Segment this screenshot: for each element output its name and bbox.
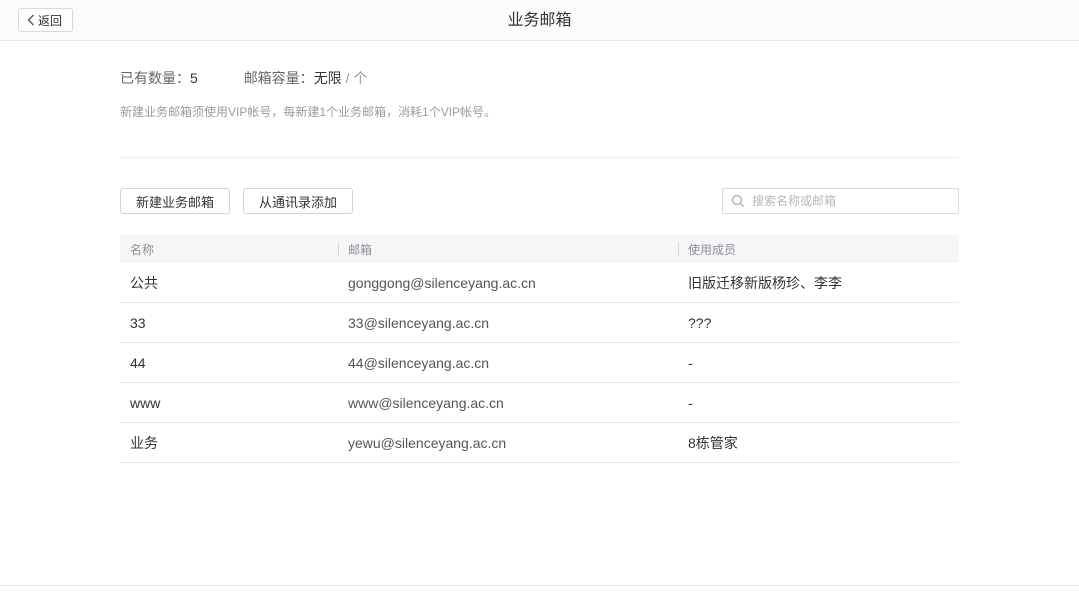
cell-members: 8栋管家 xyxy=(678,433,959,453)
cell-email: yewu@silenceyang.ac.cn xyxy=(338,435,678,451)
cell-name: 44 xyxy=(120,355,338,371)
cell-members: - xyxy=(678,355,959,371)
mailbox-count: 已有数量：5 xyxy=(120,70,198,86)
toolbar: 新建业务邮箱 从通讯录添加 xyxy=(120,188,959,214)
header-email: 邮箱 xyxy=(338,241,678,258)
mailbox-count-value: 5 xyxy=(190,70,198,86)
cell-email: 44@silenceyang.ac.cn xyxy=(338,355,678,371)
topbar: 返回 业务邮箱 xyxy=(0,0,1079,41)
search-icon xyxy=(731,194,752,208)
vip-note: 新建业务邮箱须使用VIP帐号，每新建1个业务邮箱，消耗1个VIP帐号。 xyxy=(120,103,959,120)
cell-name: 业务 xyxy=(120,433,338,453)
page-title: 业务邮箱 xyxy=(0,0,1079,41)
mailbox-capacity-value: 无限 xyxy=(314,70,342,86)
create-mailbox-button[interactable]: 新建业务邮箱 xyxy=(120,188,230,214)
table-row[interactable]: 33 33@silenceyang.ac.cn ??? xyxy=(120,303,959,343)
main-content: 已有数量：5 邮箱容量：无限 / 个 新建业务邮箱须使用VIP帐号，每新建1个业… xyxy=(120,41,959,463)
cell-name: 公共 xyxy=(120,273,338,293)
mailbox-table: 名称 邮箱 使用成员 公共 gonggong@silenceyang.ac.cn… xyxy=(120,235,959,463)
window-bottom-edge xyxy=(0,585,1079,586)
cell-name: 33 xyxy=(120,315,338,331)
add-from-contacts-button[interactable]: 从通讯录添加 xyxy=(243,188,353,214)
search-box[interactable] xyxy=(722,188,959,214)
section-divider xyxy=(120,157,959,158)
summary-row: 已有数量：5 邮箱容量：无限 / 个 xyxy=(120,41,959,88)
table-row[interactable]: www www@silenceyang.ac.cn - xyxy=(120,383,959,423)
mailbox-capacity: 邮箱容量：无限 / 个 xyxy=(244,70,368,86)
mailbox-capacity-suffix: / 个 xyxy=(342,70,368,86)
cell-members: ??? xyxy=(678,315,959,331)
cell-members: - xyxy=(678,395,959,411)
cell-email: gonggong@silenceyang.ac.cn xyxy=(338,275,678,291)
table-row[interactable]: 44 44@silenceyang.ac.cn - xyxy=(120,343,959,383)
table-row[interactable]: 公共 gonggong@silenceyang.ac.cn 旧版迁移新版杨珍、李… xyxy=(120,263,959,303)
table-row[interactable]: 业务 yewu@silenceyang.ac.cn 8栋管家 xyxy=(120,423,959,463)
cell-email: www@silenceyang.ac.cn xyxy=(338,395,678,411)
search-input[interactable] xyxy=(752,194,950,208)
cell-members: 旧版迁移新版杨珍、李李 xyxy=(678,273,959,293)
mailbox-count-label: 已有数量： xyxy=(120,70,190,86)
header-members: 使用成员 xyxy=(678,241,959,258)
cell-email: 33@silenceyang.ac.cn xyxy=(338,315,678,331)
header-name: 名称 xyxy=(120,241,338,258)
cell-name: www xyxy=(120,395,338,411)
mailbox-capacity-label: 邮箱容量： xyxy=(244,70,314,86)
table-header: 名称 邮箱 使用成员 xyxy=(120,235,959,263)
